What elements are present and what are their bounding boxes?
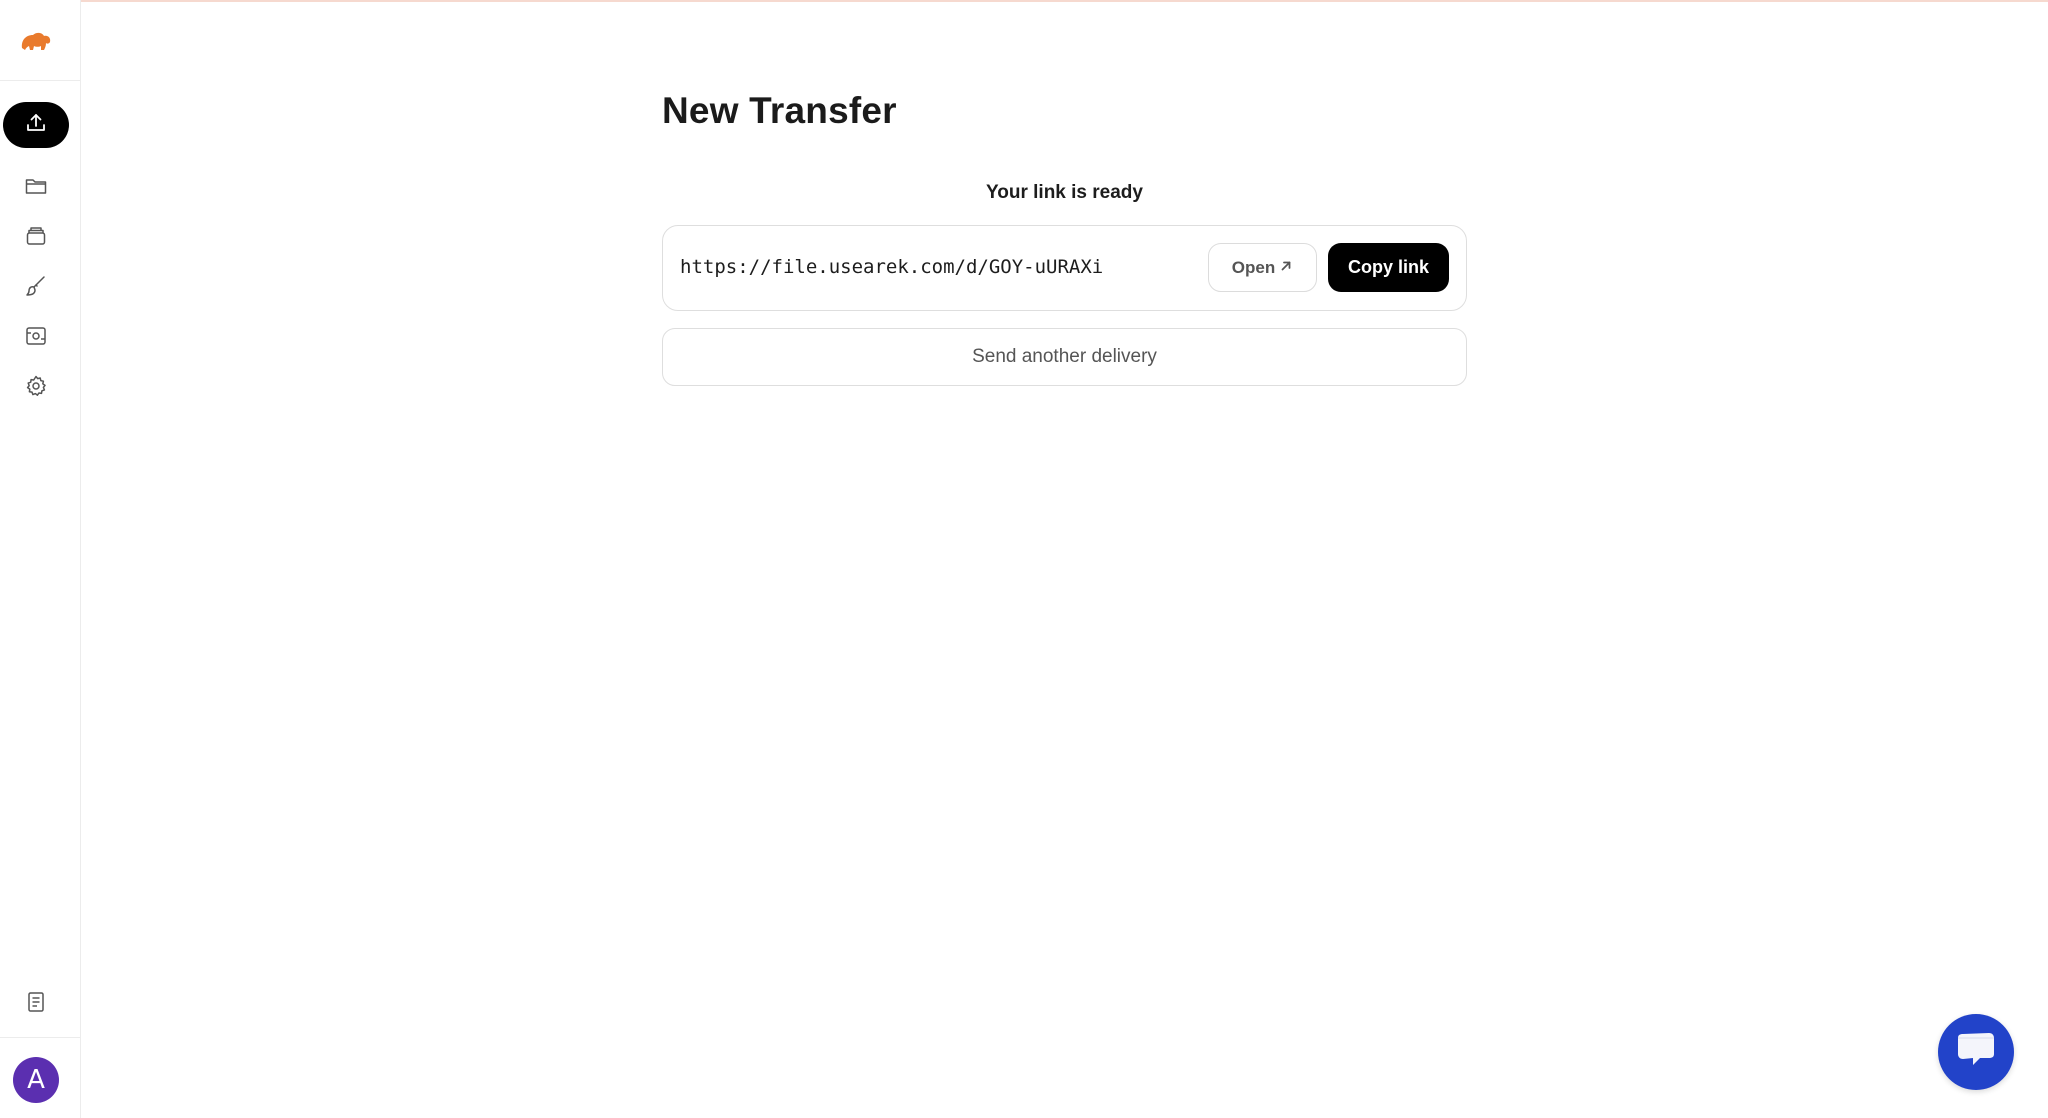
sidebar-item-archive[interactable]	[20, 222, 52, 254]
chat-bubble-icon	[1954, 1030, 1998, 1075]
copy-link-button[interactable]: Copy link	[1328, 243, 1449, 292]
open-button-label: Open	[1231, 257, 1276, 277]
sidebar-item-docs[interactable]	[20, 988, 52, 1020]
sidebar-item-settings[interactable]	[20, 372, 52, 404]
chat-widget-button[interactable]	[1938, 1014, 2014, 1090]
folder-icon	[24, 174, 48, 203]
avatar-initial: A	[27, 1065, 45, 1095]
sidebar-item-upload[interactable]	[3, 102, 69, 148]
link-ready-label: Your link is ready	[986, 182, 1143, 203]
document-icon	[24, 990, 48, 1019]
sidebar-item-files[interactable]	[20, 172, 52, 204]
sidebar-item-portal[interactable]	[20, 322, 52, 354]
elephant-logo[interactable]	[18, 26, 54, 56]
share-link-box: https://file.usearek.com/d/GOY-uURAXi Op…	[662, 225, 1467, 311]
sidebar-item-branding[interactable]	[20, 272, 52, 304]
share-link-url[interactable]: https://file.usearek.com/d/GOY-uURAXi	[680, 256, 1103, 278]
send-another-label: Send another delivery	[972, 346, 1157, 367]
sidebar-divider	[0, 1037, 80, 1038]
gear-icon	[24, 374, 48, 403]
sidebar: A	[0, 0, 81, 1118]
page-title: New Transfer	[662, 90, 897, 131]
user-avatar[interactable]: A	[13, 1057, 59, 1103]
sidebar-divider	[0, 80, 80, 81]
open-link-button[interactable]: Open	[1208, 243, 1317, 292]
copy-button-label: Copy link	[1347, 257, 1429, 277]
send-another-delivery-button[interactable]: Send another delivery	[662, 328, 1467, 386]
brush-icon	[24, 274, 48, 303]
top-accent-line	[0, 0, 2048, 2]
archive-icon	[24, 224, 48, 253]
upload-icon	[25, 112, 47, 139]
arrow-up-right-icon	[1279, 258, 1293, 278]
portal-icon	[24, 324, 48, 353]
